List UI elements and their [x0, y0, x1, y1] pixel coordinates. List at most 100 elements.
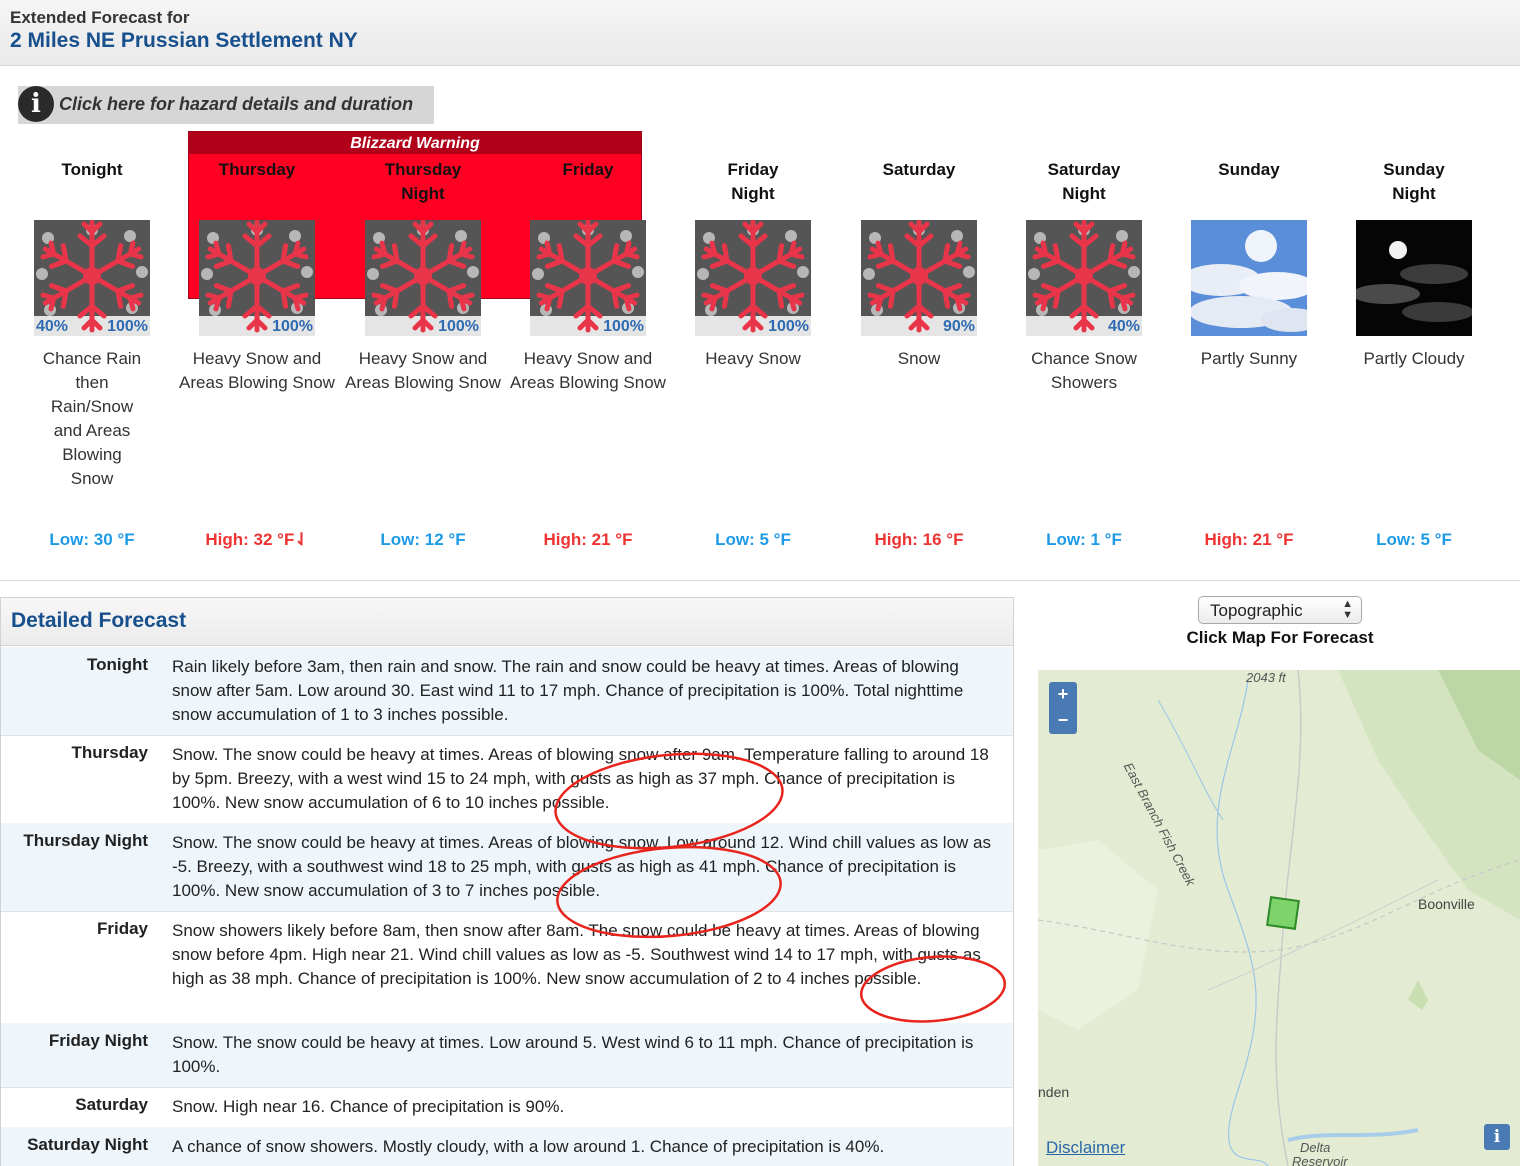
- low-temperature: Low: 5 °F: [1376, 530, 1452, 549]
- detailed-period-text: Snow. High near 16. Chance of precipitat…: [172, 1097, 565, 1116]
- snow-icon[interactable]: 40% 100%: [34, 220, 150, 336]
- period-name-line2: Night: [401, 184, 445, 203]
- period-name: Sunday: [1167, 158, 1331, 218]
- map-terrain: [1038, 670, 1520, 1166]
- forecast-period[interactable]: Friday Night 100% Heavy Snow: [671, 158, 835, 371]
- map-caption: Click Map For Forecast: [1186, 628, 1374, 647]
- map-type-value: Topographic: [1210, 601, 1303, 620]
- detailed-forecast-row: Thursday Night Snow. The snow could be he…: [1, 823, 1013, 911]
- period-name: Friday Night: [671, 158, 835, 218]
- disclaimer-link[interactable]: Disclaimer: [1046, 1138, 1125, 1158]
- detailed-forecast-title: Detailed Forecast: [11, 609, 187, 632]
- period-name-line1: Saturday: [1047, 160, 1121, 179]
- forecast-map[interactable]: + − 2043 ft East Branch Fish Creek Boonv…: [1038, 670, 1520, 1166]
- reservoir-label-2: Reservoir: [1292, 1154, 1348, 1166]
- precip-chance: 100%: [107, 318, 148, 335]
- partly-sunny-icon[interactable]: [1191, 220, 1307, 336]
- hazard-details-label: Click here for hazard details and durati…: [59, 94, 414, 114]
- detailed-forecast-row: Friday Snow showers likely before 8am, th…: [1, 911, 1013, 1023]
- short-description: Partly Cloudy: [1363, 349, 1465, 368]
- detailed-period-label: Friday Night: [48, 1031, 148, 1050]
- map-type-select[interactable]: Topographic ▲ ▼: [1198, 596, 1362, 624]
- forecast-location: 2 Miles NE Prussian Settlement NY: [10, 29, 358, 52]
- detailed-period-label: Tonight: [86, 655, 148, 674]
- short-description: Heavy Snow and Areas Blowing Snow: [345, 349, 501, 392]
- snow-icon[interactable]: 90%: [861, 220, 977, 336]
- high-temperature: High: 21 °F: [1204, 530, 1294, 549]
- snow-icon[interactable]: 100%: [365, 220, 481, 336]
- short-description: Heavy Snow and Areas Blowing Snow: [179, 349, 335, 392]
- detailed-period-text: Snow. The snow could be heavy at times. …: [172, 745, 989, 812]
- snow-icon[interactable]: 100%: [530, 220, 646, 336]
- low-temperature: Low: 12 °F: [380, 530, 466, 549]
- detailed-period-text: Snow. The snow could be heavy at times. …: [172, 1033, 974, 1076]
- forecast-period[interactable]: Sunday Night Partly Cloudy: [1332, 158, 1496, 371]
- detailed-period-label: Friday: [96, 919, 148, 938]
- period-name-line1: Sunday: [1383, 160, 1445, 179]
- precip-chance: 100%: [603, 318, 644, 335]
- detailed-period-text: A chance of snow showers. Mostly cloudy,…: [172, 1137, 885, 1156]
- town-label-partial: nden: [1038, 1084, 1070, 1100]
- precip-chance: 100%: [438, 318, 479, 335]
- detailed-forecast-header: Detailed Forecast: [1, 598, 1013, 646]
- forecast-period[interactable]: Saturday 90% Snow: [837, 158, 1001, 371]
- period-name-line2: Night: [1392, 184, 1436, 203]
- short-description: Chance Rain then Rain/Snow and Areas Blo…: [42, 349, 142, 488]
- period-name: Sunday Night: [1332, 158, 1496, 218]
- map-info-button[interactable]: i: [1484, 1124, 1510, 1150]
- detailed-forecast-row: Tonight Rain likely before 3am, then rain…: [1, 647, 1013, 735]
- zoom-in-button[interactable]: +: [1049, 682, 1077, 708]
- snow-icon[interactable]: 100%: [695, 220, 811, 336]
- period-name-line2: Night: [731, 184, 775, 203]
- detailed-period-label: Thursday Night: [23, 831, 148, 850]
- period-name-line1: Thursday: [218, 160, 296, 179]
- select-arrows-icon: ▲ ▼: [1342, 598, 1353, 621]
- precip-chance: 100%: [768, 318, 809, 335]
- short-description: Heavy Snow: [705, 349, 801, 368]
- low-temperature: Low: 5 °F: [715, 530, 791, 549]
- detailed-period-label: Saturday Night: [27, 1135, 148, 1154]
- short-description: Partly Sunny: [1200, 349, 1298, 368]
- partly-cloudy-night-icon[interactable]: [1356, 220, 1472, 336]
- detailed-forecast-row: Thursday Snow. The snow could be heavy at…: [1, 735, 1013, 823]
- elevation-label: 2043 ft: [1246, 670, 1286, 685]
- period-name-line1: Thursday: [384, 160, 462, 179]
- forecast-point-marker[interactable]: [1266, 896, 1300, 930]
- period-name: Tonight: [10, 158, 174, 218]
- forecast-period[interactable]: Sunday Partly Sunny: [1167, 158, 1331, 371]
- forecast-period[interactable]: Saturday Night 40% Chance Snow Showers: [1002, 158, 1166, 395]
- precip-chance: 90%: [942, 318, 975, 335]
- precip-chance: 40%: [1107, 318, 1140, 335]
- page-header: Extended Forecast for 2 Miles NE Prussia…: [0, 0, 1520, 66]
- period-name-line1: Tonight: [61, 160, 123, 179]
- period-name-line1: Saturday: [882, 160, 956, 179]
- low-temperature: Low: 1 °F: [1046, 530, 1122, 549]
- forecast-period[interactable]: Thursday 100% Heavy Snow and Areas Blowing…: [175, 158, 339, 395]
- detailed-period-label: Thursday: [71, 743, 148, 762]
- period-name: Friday: [506, 158, 670, 218]
- high-temperature: High: 21 °F: [543, 530, 633, 549]
- zoom-out-button[interactable]: −: [1049, 708, 1077, 734]
- period-name: Saturday: [837, 158, 1001, 218]
- forecast-period[interactable]: Tonight 40% 100% Chance Rain then Rain/Snow…: [10, 158, 174, 491]
- period-name-line2: Night: [1062, 184, 1106, 203]
- detailed-period-label: Saturday: [75, 1095, 148, 1114]
- snow-icon[interactable]: 100%: [199, 220, 315, 336]
- precip-chance-start: 40%: [36, 318, 69, 335]
- detailed-forecast-panel: Detailed Forecast Tonight Rain likely bef…: [0, 597, 1014, 1166]
- period-name-line1: Friday: [562, 160, 614, 179]
- short-description: Snow: [897, 349, 941, 368]
- snow-icon[interactable]: 40%: [1026, 220, 1142, 336]
- detailed-forecast-row: Saturday Night A chance of snow showers. …: [1, 1127, 1013, 1166]
- period-name-line1: Friday: [727, 160, 779, 179]
- info-icon: i: [18, 86, 54, 122]
- forecast-label: Extended Forecast for: [10, 8, 190, 27]
- reservoir-label: Delta: [1300, 1140, 1331, 1155]
- forecast-period[interactable]: Thursday Night 100% Heavy Snow and Areas Bl…: [341, 158, 505, 395]
- short-description: Heavy Snow and Areas Blowing Snow: [510, 349, 666, 392]
- low-temperature: Low: 30 °F: [49, 530, 135, 549]
- warning-title[interactable]: Blizzard Warning: [189, 132, 641, 154]
- forecast-period[interactable]: Friday 100% Heavy Snow and Areas Blowing S…: [506, 158, 670, 395]
- detailed-period-text: Rain likely before 3am, then rain and sn…: [172, 657, 964, 724]
- hazard-details-button[interactable]: i Click here for hazard details and dura…: [18, 86, 434, 124]
